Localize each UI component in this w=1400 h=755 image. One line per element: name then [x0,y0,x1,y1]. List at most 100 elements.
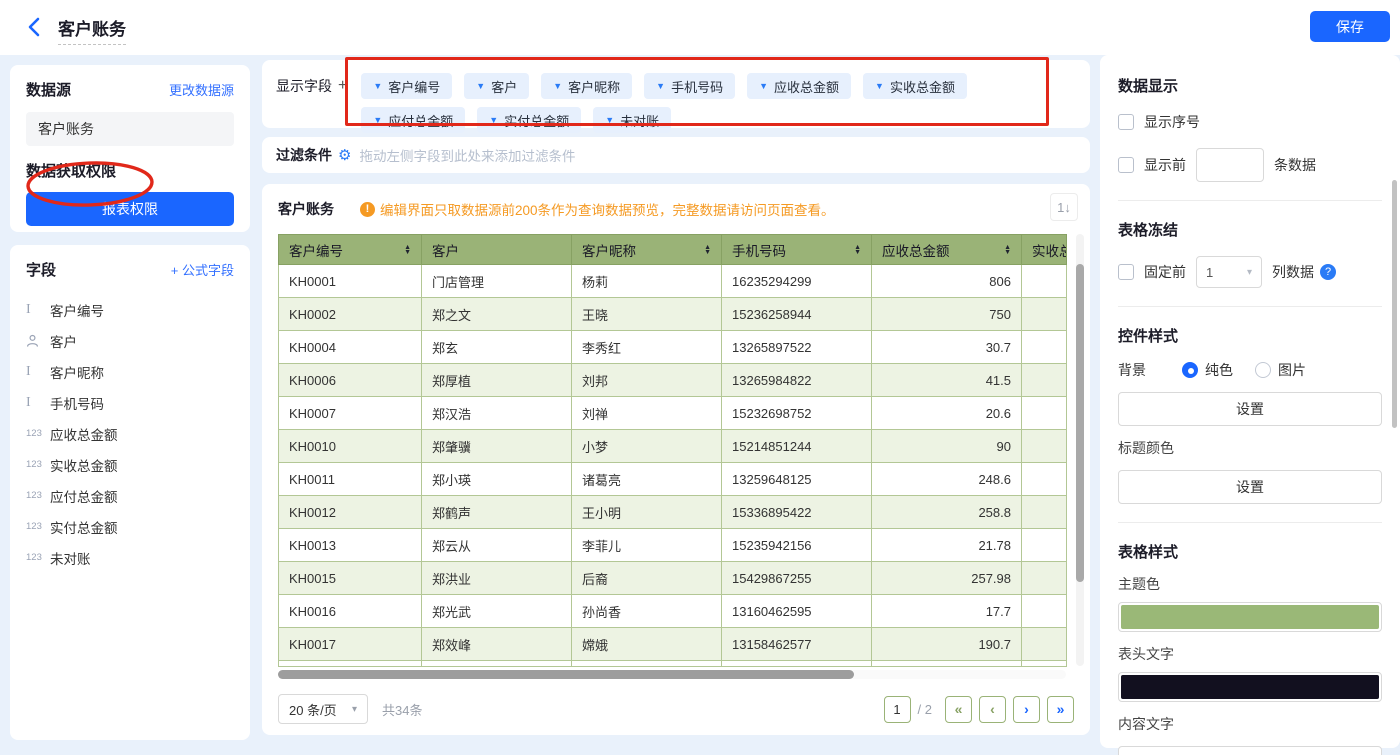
field-item[interactable]: 123实付总金额 [26,511,234,542]
show-first-checkbox[interactable] [1118,157,1134,173]
table-row[interactable]: KH0013郑云从李菲儿1523594215621.78 [279,529,1067,562]
display-field-tag-label: 客户昵称 [568,77,620,96]
field-item-label: 未对账 [50,548,91,568]
display-field-tag[interactable]: ▼手机号码 [644,73,735,99]
add-formula-field-link[interactable]: + 公式字段 [171,260,234,279]
table-row[interactable]: KH0010郑肇骥小梦1521485124490 [279,430,1067,463]
add-display-field-icon[interactable]: + [338,77,347,95]
vertical-scrollbar[interactable] [1076,234,1084,666]
table-row[interactable]: KH0015郑洪业后裔15429867255257.98 [279,562,1067,595]
table-cell: 13265984822 [722,364,872,397]
datasource-field[interactable]: 客户账务 [26,112,234,146]
save-button[interactable]: 保存 [1310,11,1390,42]
display-field-tag[interactable]: ▼客户 [464,73,529,99]
column-header[interactable]: 客户昵称▲▼ [572,235,722,265]
theme-color-swatch[interactable] [1118,602,1382,632]
sort-arrows-icon[interactable]: ▲▼ [704,245,711,255]
field-item[interactable]: I客户编号 [26,294,234,325]
title-color-set-button[interactable]: 设置 [1118,470,1382,504]
freeze-count-select[interactable]: 1 ▾ [1196,256,1262,288]
table-cell: 嫦娥 [572,628,722,661]
field-item[interactable]: 123实收总金额 [26,449,234,480]
sort-arrows-icon[interactable]: ▲▼ [1004,245,1011,255]
table-cell: 杨莉 [572,265,722,298]
display-field-tag[interactable]: ▼实收总金额 [863,73,967,99]
table-cell: 后裔 [572,562,722,595]
first-page-button[interactable]: « [945,696,972,723]
field-item[interactable]: 123应收总金额 [26,418,234,449]
panel-scrollbar-thumb[interactable] [1392,180,1397,428]
help-icon[interactable]: ? [1320,264,1336,280]
report-permission-button[interactable]: 报表权限 [26,192,234,226]
last-page-button[interactable]: » [1047,696,1074,723]
gear-icon[interactable]: ⚙ [338,146,351,164]
table-cell: 190.7 [872,628,1022,661]
table-cell: 门店管理 [422,265,572,298]
sort-arrows-icon[interactable]: ▲▼ [854,245,861,255]
table-cell: 王晓 [572,298,722,331]
table-row[interactable]: KH0007郑汉浩刘禅1523269875220.6 [279,397,1067,430]
display-field-tag[interactable]: ▼应收总金额 [747,73,851,99]
display-field-tag[interactable]: ▼客户编号 [361,73,452,99]
image-radio[interactable] [1255,362,1271,378]
text-field-icon: I [26,302,50,318]
table-cell: 15232698752 [722,397,872,430]
back-icon[interactable] [22,14,48,40]
field-item-label: 应付总金额 [50,486,118,506]
filter-dropzone-placeholder[interactable]: 拖动左侧字段到此处来添加过滤条件 [359,145,575,165]
table-cell: 17.7 [872,595,1022,628]
table-cell: 90 [872,430,1022,463]
display-field-tag[interactable]: ▼实付总金额 [477,107,581,133]
horizontal-scrollbar[interactable] [278,670,1066,679]
background-set-button[interactable]: 设置 [1118,392,1382,426]
divider [1118,200,1382,201]
column-header[interactable]: 实收总金额 [1022,235,1067,265]
sort-arrows-icon[interactable]: ▲▼ [404,245,411,255]
field-item[interactable]: 123未对账 [26,542,234,573]
table-cell [1022,628,1067,661]
show-index-checkbox[interactable] [1118,114,1134,130]
prev-page-button[interactable]: ‹ [979,696,1006,723]
sort-order-icon[interactable]: 1↓ [1050,193,1078,221]
display-field-tag[interactable]: ▼客户昵称 [541,73,632,99]
column-header-label: 客户编号 [289,240,343,260]
change-datasource-link[interactable]: 更改数据源 [169,80,234,99]
table-row[interactable]: KH0017郑效峰嫦娥13158462577190.7 [279,628,1067,661]
table-row[interactable]: KH0002郑之文王晓15236258944750 [279,298,1067,331]
display-field-tag[interactable]: ▼未对账 [593,107,671,133]
page-title[interactable]: 客户账务 [58,15,126,45]
table-row[interactable]: KH0011郑小瑛诸葛亮13259648125248.6 [279,463,1067,496]
field-item-label: 客户昵称 [50,362,104,382]
header-text-color-swatch[interactable] [1118,672,1382,702]
field-item[interactable]: 123应付总金额 [26,480,234,511]
table-row[interactable]: KH0001门店管理杨莉16235294299806 [279,265,1067,298]
freeze-columns-checkbox[interactable] [1118,264,1134,280]
field-item[interactable]: I客户昵称 [26,356,234,387]
solid-color-radio[interactable] [1182,362,1198,378]
column-header[interactable]: 客户 [422,235,572,265]
column-header[interactable]: 应收总金额▲▼ [872,235,1022,265]
table-row[interactable]: KH0006郑厚植刘邦1326598482241.5 [279,364,1067,397]
page-number-input[interactable] [884,696,911,723]
field-item[interactable]: I手机号码 [26,387,234,418]
text-field-icon: I [26,364,50,380]
page-size-value: 20 条/页 [289,700,337,719]
table-cell [1022,595,1067,628]
page-size-select[interactable]: 20 条/页 ▾ [278,694,368,724]
content-text-set-button[interactable]: 设置 [1118,746,1382,755]
table-row[interactable]: KH0016郑光武孙尚香1316046259517.7 [279,595,1067,628]
caret-down-icon: ▼ [759,81,768,91]
table-row[interactable]: KH0012郑鹤声王小明15336895422258.8 [279,496,1067,529]
field-item[interactable]: 客户 [26,325,234,356]
display-field-tag[interactable]: ▼应付总金额 [361,107,465,133]
table-cell: KH0010 [279,430,422,463]
column-header[interactable]: 手机号码▲▼ [722,235,872,265]
column-header[interactable]: 客户编号 ▲▼ [279,235,422,265]
table-cell: 258.8 [872,496,1022,529]
table-cell [1022,562,1067,595]
next-page-button[interactable]: › [1013,696,1040,723]
horizontal-scrollbar-thumb[interactable] [278,670,854,679]
table-row[interactable]: KH0004郑玄李秀红1326589752230.7 [279,331,1067,364]
show-first-count-input[interactable] [1196,148,1264,182]
vertical-scrollbar-thumb[interactable] [1076,264,1084,582]
